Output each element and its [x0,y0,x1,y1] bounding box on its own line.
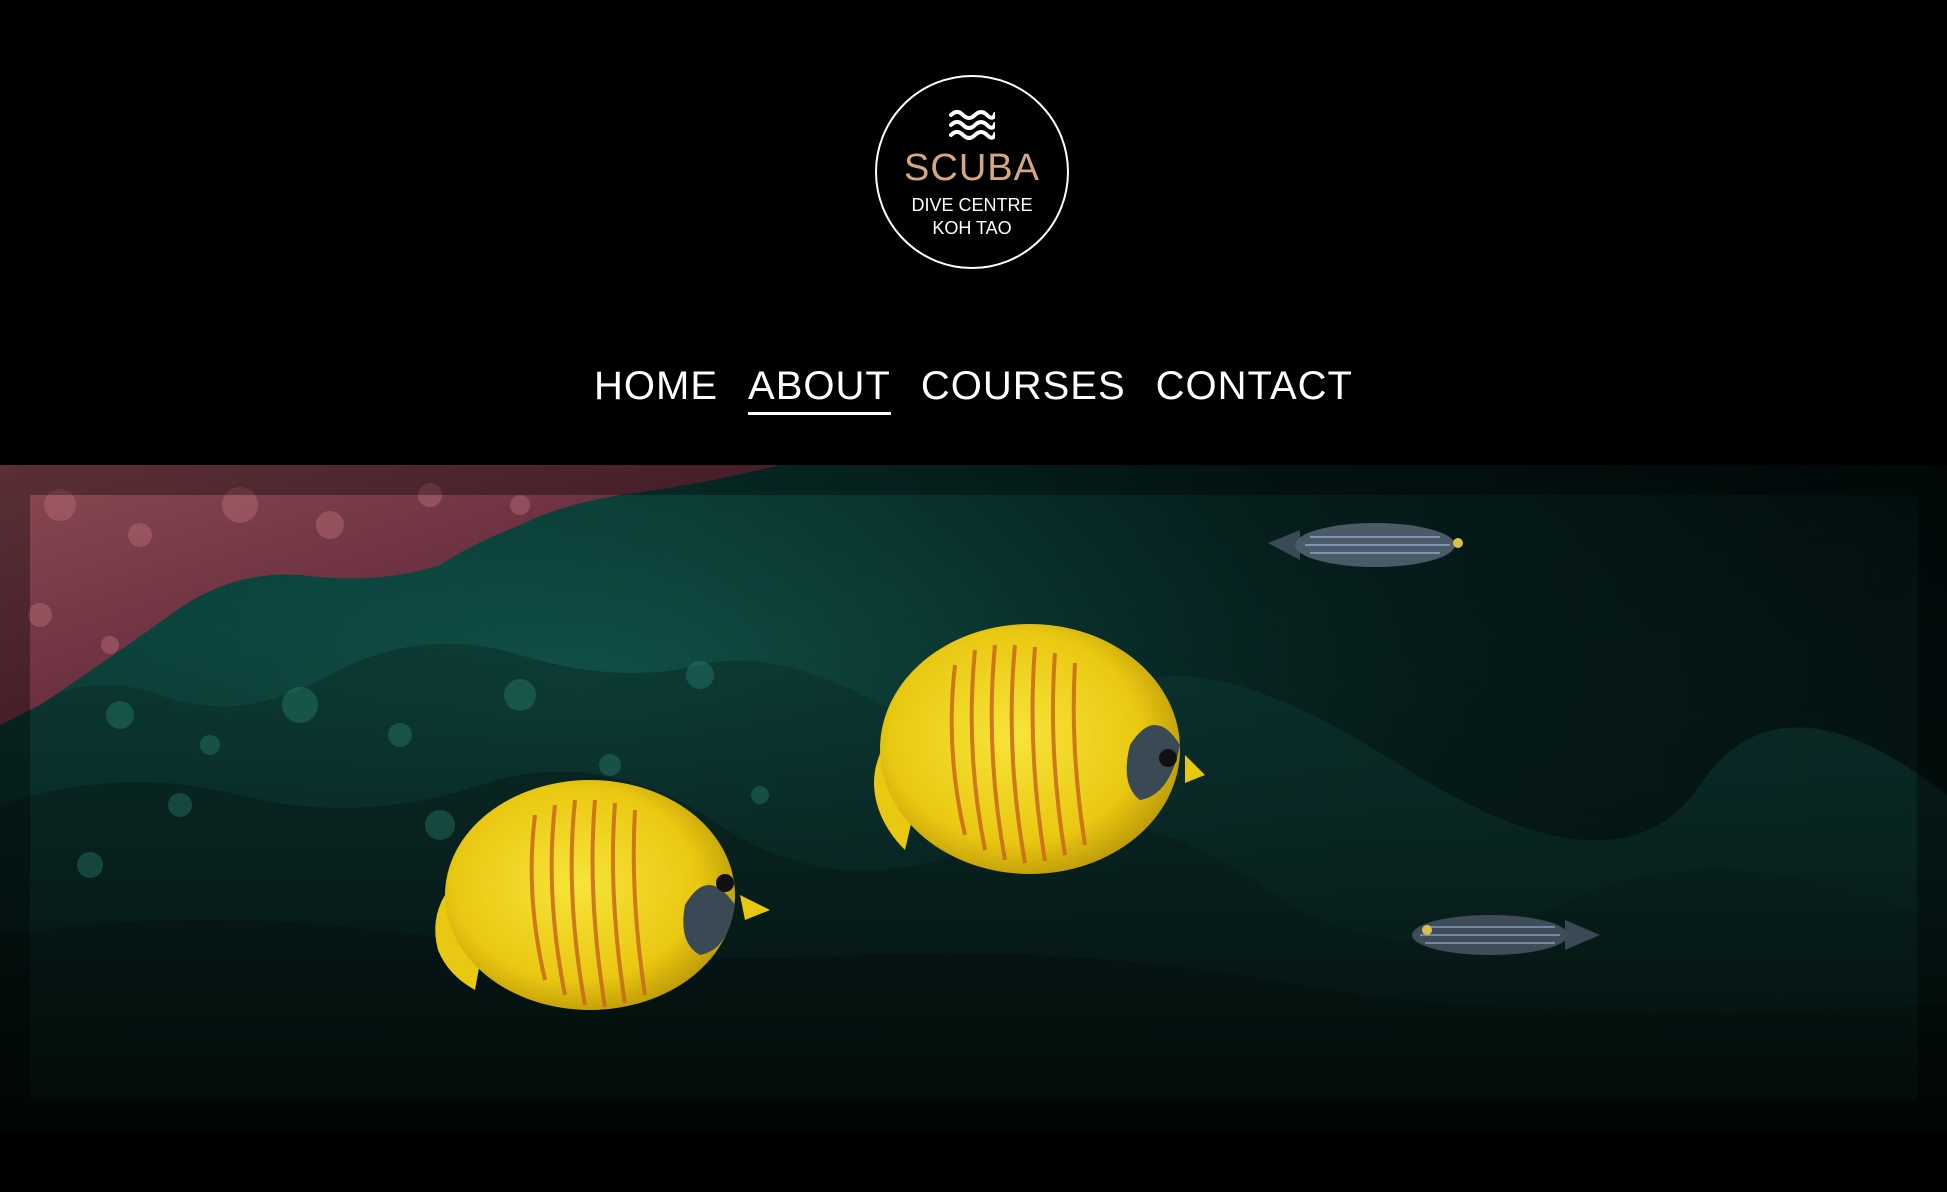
nav-about[interactable]: ABOUT [748,364,891,415]
waves-icon [949,110,995,140]
footer-band [0,1130,1947,1192]
logo-brand: SCUBA [904,147,1040,189]
nav-contact[interactable]: CONTACT [1156,364,1353,415]
logo-subtitle-2: KOH TAO [932,218,1012,238]
hero-image [0,465,1947,1130]
nav-home[interactable]: HOME [594,364,718,415]
main-nav: HOME ABOUT COURSES CONTACT [0,364,1947,415]
nav-courses[interactable]: COURSES [921,364,1126,415]
logo-subtitle-1: DIVE CENTRE [911,195,1033,215]
underwater-scene [0,465,1947,1130]
site-header: SCUBA DIVE CENTRE KOH TAO HOME ABOUT COU… [0,0,1947,465]
site-logo[interactable]: SCUBA DIVE CENTRE KOH TAO [875,75,1069,269]
